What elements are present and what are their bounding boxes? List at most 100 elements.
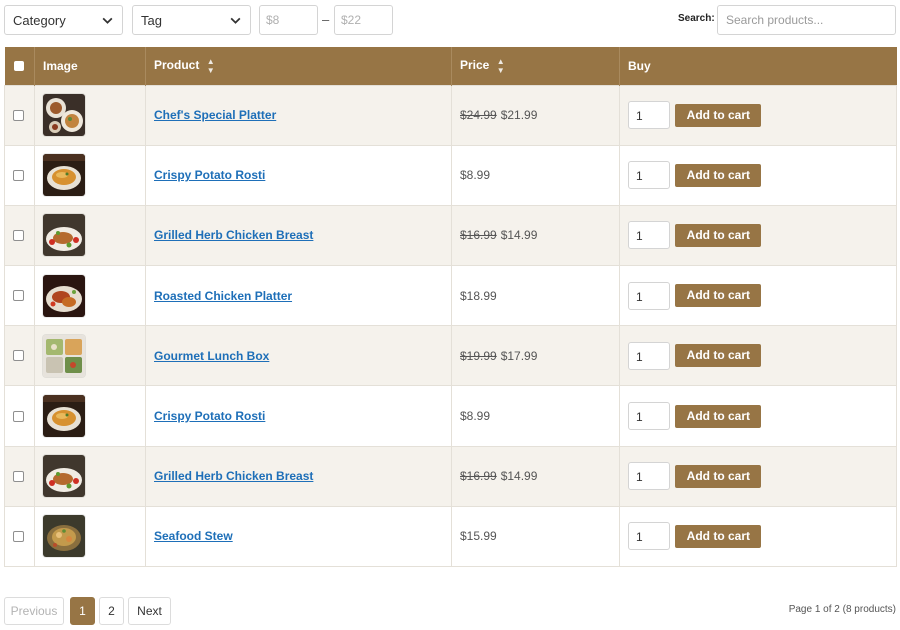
chevron-down-icon bbox=[230, 17, 241, 24]
row-checkbox[interactable] bbox=[13, 350, 24, 362]
quantity-input[interactable]: 1 bbox=[628, 462, 670, 491]
quantity-input[interactable]: 1 bbox=[628, 402, 670, 431]
table-row: Gourmet Lunch Box $19.99 $17.99 1 Add to … bbox=[4, 325, 897, 386]
quantity-input[interactable]: 1 bbox=[628, 221, 670, 250]
product-column-header[interactable]: Product ▲ ▼ bbox=[145, 47, 452, 85]
product-cell: Crispy Potato Rosti bbox=[145, 385, 452, 447]
table-row: Roasted Chicken Platter $18.99 1 Add to … bbox=[4, 265, 897, 326]
search-input[interactable] bbox=[717, 5, 896, 35]
table-row: Crispy Potato Rosti $8.99 1 Add to cart bbox=[4, 144, 897, 206]
add-to-cart-button[interactable]: Add to cart bbox=[675, 524, 762, 548]
next-page-button[interactable]: Next bbox=[128, 597, 171, 625]
products-table: Image Product ▲ ▼ Price ▲ ▼ Buy Chef's Sp bbox=[4, 47, 897, 568]
add-to-cart-button[interactable]: Add to cart bbox=[675, 103, 762, 127]
product-link[interactable]: Crispy Potato Rosti bbox=[154, 409, 265, 423]
sale-price: $14.99 bbox=[500, 228, 538, 243]
original-price: $16.99 bbox=[460, 469, 497, 484]
price-cell: $18.99 bbox=[451, 265, 620, 326]
add-to-cart-button[interactable]: Add to cart bbox=[675, 464, 762, 488]
buy-column-header: Buy bbox=[619, 47, 897, 85]
page-1-button[interactable]: 1 bbox=[70, 597, 95, 625]
image-cell bbox=[34, 144, 146, 206]
table-header-row: Image Product ▲ ▼ Price ▲ ▼ Buy bbox=[4, 47, 897, 85]
row-checkbox[interactable] bbox=[13, 290, 24, 302]
price-range-separator: – bbox=[322, 12, 330, 27]
product-link[interactable]: Crispy Potato Rosti bbox=[154, 168, 265, 182]
filter-bar: Category Tag – Search: bbox=[4, 5, 896, 35]
tag-select[interactable]: Tag bbox=[132, 5, 251, 35]
row-checkbox[interactable] bbox=[13, 109, 24, 121]
product-thumbnail[interactable] bbox=[43, 455, 85, 498]
page-2-button[interactable]: 2 bbox=[99, 597, 124, 625]
price-min-input[interactable] bbox=[259, 5, 318, 35]
image-header-label: Image bbox=[43, 58, 78, 73]
select-cell bbox=[4, 84, 35, 146]
sort-icon[interactable]: ▲ ▼ bbox=[207, 57, 215, 75]
product-thumbnail[interactable] bbox=[43, 515, 85, 558]
product-cell: Chef's Special Platter bbox=[145, 84, 452, 146]
product-cell: Seafood Stew bbox=[145, 505, 452, 568]
product-link[interactable]: Roasted Chicken Platter bbox=[154, 289, 292, 303]
quantity-input[interactable]: 1 bbox=[628, 522, 670, 551]
price: $18.99 bbox=[460, 288, 497, 303]
search-label: Search: bbox=[678, 13, 715, 24]
buy-cell: 1 Add to cart bbox=[619, 325, 897, 386]
select-all-checkbox[interactable] bbox=[13, 60, 24, 71]
quantity-input[interactable]: 1 bbox=[628, 341, 670, 370]
add-to-cart-button[interactable]: Add to cart bbox=[675, 344, 762, 368]
product-thumbnail[interactable] bbox=[43, 334, 85, 377]
product-thumbnail[interactable] bbox=[43, 274, 85, 317]
sale-price: $14.99 bbox=[500, 469, 538, 484]
product-link[interactable]: Grilled Herb Chicken Breast bbox=[154, 469, 313, 483]
previous-page-button[interactable]: Previous bbox=[4, 597, 64, 625]
price-cell: $19.99 $17.99 bbox=[451, 325, 620, 386]
quantity-input[interactable]: 1 bbox=[628, 161, 670, 190]
add-to-cart-button[interactable]: Add to cart bbox=[675, 223, 762, 247]
select-cell bbox=[4, 505, 35, 568]
table-row: Grilled Herb Chicken Breast $16.99 $14.99… bbox=[4, 445, 897, 507]
product-cell: Grilled Herb Chicken Breast bbox=[145, 204, 452, 266]
add-to-cart-button[interactable]: Add to cart bbox=[675, 284, 762, 308]
product-link[interactable]: Gourmet Lunch Box bbox=[154, 349, 269, 363]
price-header-label: Price bbox=[460, 57, 490, 72]
quantity-input[interactable]: 1 bbox=[628, 281, 670, 310]
product-cell: Gourmet Lunch Box bbox=[145, 325, 452, 386]
row-checkbox[interactable] bbox=[13, 530, 24, 542]
sale-price: $21.99 bbox=[500, 108, 538, 123]
image-cell bbox=[34, 505, 146, 568]
product-cell: Crispy Potato Rosti bbox=[145, 144, 452, 206]
table-row: Seafood Stew $15.99 1 Add to cart bbox=[4, 505, 897, 568]
add-to-cart-button[interactable]: Add to cart bbox=[675, 404, 762, 428]
row-checkbox[interactable] bbox=[13, 470, 24, 482]
price-cell: $16.99 $14.99 bbox=[451, 204, 620, 266]
buy-cell: 1 Add to cart bbox=[619, 144, 897, 206]
product-thumbnail[interactable] bbox=[43, 214, 85, 257]
buy-cell: 1 Add to cart bbox=[619, 265, 897, 326]
row-checkbox[interactable] bbox=[13, 410, 24, 422]
quantity-input[interactable]: 1 bbox=[628, 101, 670, 130]
row-checkbox[interactable] bbox=[13, 229, 24, 241]
page-info: Page 1 of 2 (8 products) bbox=[788, 604, 896, 615]
table-row: Crispy Potato Rosti $8.99 1 Add to cart bbox=[4, 385, 897, 447]
row-checkbox[interactable] bbox=[13, 169, 24, 181]
select-cell bbox=[4, 325, 35, 386]
product-cell: Grilled Herb Chicken Breast bbox=[145, 445, 452, 507]
image-cell bbox=[34, 325, 146, 386]
product-link[interactable]: Chef's Special Platter bbox=[154, 108, 276, 122]
product-thumbnail[interactable] bbox=[43, 395, 85, 438]
price: $15.99 bbox=[460, 529, 497, 544]
add-to-cart-button[interactable]: Add to cart bbox=[675, 163, 762, 187]
category-select[interactable]: Category bbox=[4, 5, 123, 35]
product-link[interactable]: Seafood Stew bbox=[154, 529, 233, 543]
image-column-header: Image bbox=[34, 47, 146, 85]
price-column-header[interactable]: Price ▲ ▼ bbox=[451, 47, 620, 85]
price-cell: $8.99 bbox=[451, 385, 620, 447]
sort-icon[interactable]: ▲ ▼ bbox=[497, 57, 505, 75]
select-cell bbox=[4, 445, 35, 507]
price-max-input[interactable] bbox=[334, 5, 393, 35]
product-thumbnail[interactable] bbox=[43, 154, 85, 197]
price-cell: $16.99 $14.99 bbox=[451, 445, 620, 507]
image-cell bbox=[34, 385, 146, 447]
product-thumbnail[interactable] bbox=[43, 94, 85, 137]
product-link[interactable]: Grilled Herb Chicken Breast bbox=[154, 228, 313, 242]
